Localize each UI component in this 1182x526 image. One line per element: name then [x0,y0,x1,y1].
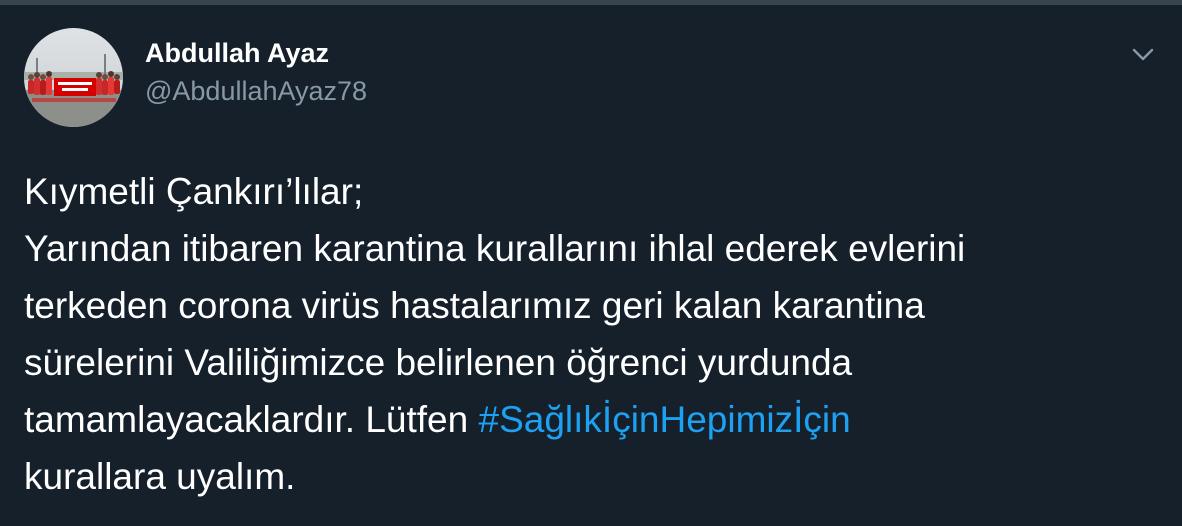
tweet-text-line: sürelerini Valiliğimizce belirlenen öğre… [24,342,853,383]
avatar[interactable] [24,28,123,127]
tweet-text-line: terkeden corona virüs hastalarımız geri … [24,285,925,326]
tweet-text-line: tamamlayacaklardır. Lütfen #SağlıkİçinHe… [24,391,1144,448]
group-photo-avatar-icon [24,28,123,127]
tweet-card: Abdullah Ayaz @AbdullahAyaz78 Kıymetli Ç… [0,5,1182,526]
tweet-text: Kıymetli Çankırı’lılar; Yarından itibare… [24,163,1144,505]
tweet-text-line: kurallara uyalım. [24,456,296,497]
tweet-text-line: Kıymetli Çankırı’lılar; [24,171,364,212]
author-handle[interactable]: @AbdullahAyaz78 [145,76,367,107]
tweet-text-segment: tamamlayacaklardır. Lütfen [24,399,479,440]
chevron-down-icon[interactable] [1126,37,1160,71]
tweet-text-line: Yarından itibaren karantina kurallarını … [24,228,966,269]
author-display-name[interactable]: Abdullah Ayaz [145,38,329,69]
hashtag-link[interactable]: #SağlıkİçinHepimizİçin [479,399,851,440]
